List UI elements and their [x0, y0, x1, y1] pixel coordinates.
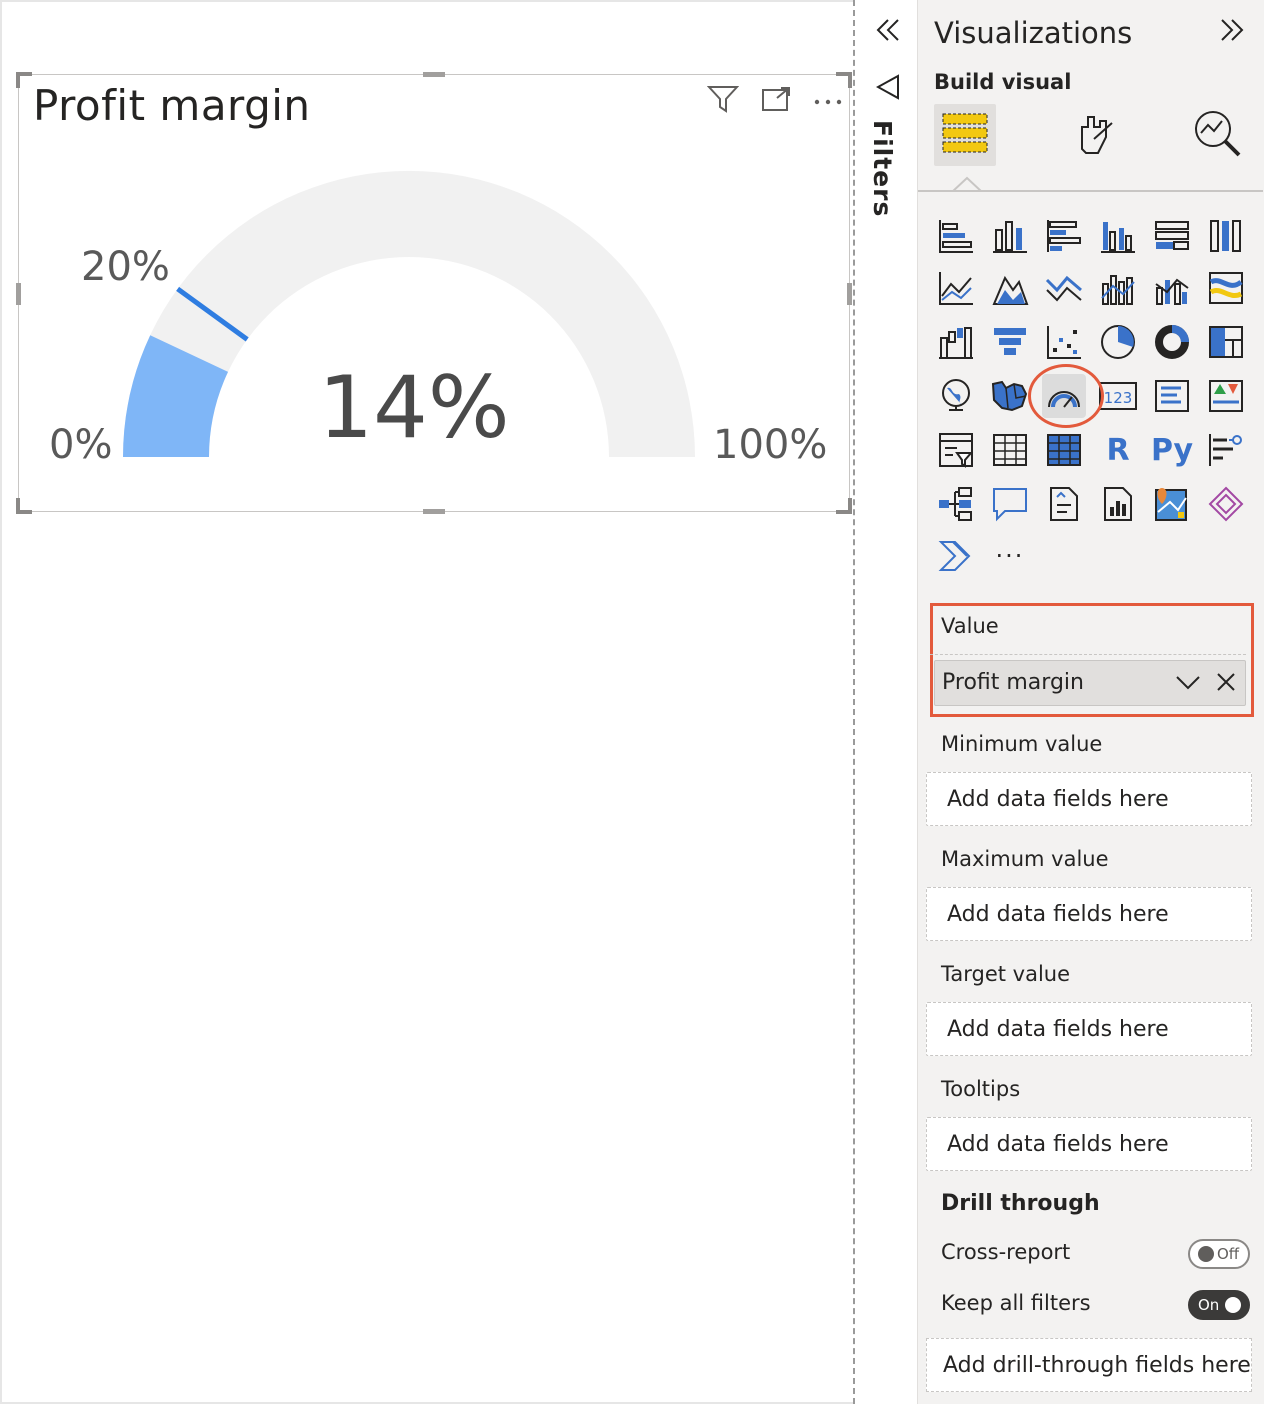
- r-script-label: R: [1106, 432, 1130, 468]
- remove-field-icon[interactable]: [1215, 670, 1237, 698]
- waterfall-chart-icon[interactable]: [934, 320, 978, 364]
- matrix-icon[interactable]: [1042, 428, 1086, 472]
- more-visuals-label: ···: [995, 542, 1025, 570]
- maximum-value-placeholder: Add data fields here: [947, 902, 1169, 927]
- format-tab[interactable]: [1062, 104, 1124, 166]
- filter-outline-icon: [875, 74, 902, 106]
- power-automate-icon[interactable]: [934, 534, 978, 578]
- svg-text:123: 123: [1104, 389, 1133, 407]
- donut-chart-icon[interactable]: [1150, 320, 1194, 364]
- drill-through-title: Drill through: [941, 1191, 1100, 1216]
- drill-through-drop-zone[interactable]: Add drill-through fields here: [926, 1338, 1252, 1392]
- double-chevron-right-icon[interactable]: [1218, 16, 1248, 48]
- kpi-icon[interactable]: [1204, 374, 1248, 418]
- minimum-value-placeholder: Add data fields here: [947, 787, 1169, 812]
- ribbon-chart-icon[interactable]: [1204, 266, 1248, 310]
- minimum-value-label: Minimum value: [941, 732, 1103, 756]
- drill-through-placeholder: Add drill-through fields here: [943, 1353, 1251, 1378]
- tooltips-label: Tooltips: [941, 1077, 1021, 1101]
- key-influencers-icon[interactable]: [1204, 428, 1248, 472]
- toggle-knob: [1198, 1246, 1214, 1262]
- line-and-stacked-column-icon[interactable]: [1096, 266, 1140, 310]
- filled-map-icon[interactable]: [988, 374, 1032, 418]
- r-script-visual-icon[interactable]: R: [1096, 428, 1140, 472]
- gauge-chart: 14% 0% 100% 20%: [49, 170, 827, 468]
- toggle-knob: [1225, 1297, 1242, 1313]
- value-field-name: Profit margin: [942, 670, 1084, 695]
- multi-row-card-icon[interactable]: [1150, 374, 1194, 418]
- filters-label[interactable]: Filters: [868, 120, 897, 217]
- smart-narrative-icon[interactable]: [1042, 482, 1086, 526]
- cross-report-state: Off: [1217, 1245, 1240, 1263]
- line-and-clustered-column-icon[interactable]: [1150, 266, 1194, 310]
- funnel-chart-icon[interactable]: [988, 320, 1032, 364]
- qna-icon[interactable]: [988, 482, 1032, 526]
- power-apps-icon[interactable]: [1204, 482, 1248, 526]
- build-visual-icon: [940, 110, 990, 160]
- maximum-value-label: Maximum value: [941, 847, 1109, 871]
- 100-stacked-bar-chart-icon[interactable]: [1150, 214, 1194, 258]
- clustered-column-chart-icon[interactable]: [1096, 214, 1140, 258]
- tooltips-drop-zone[interactable]: Add data fields here: [926, 1117, 1252, 1171]
- keep-all-filters-toggle[interactable]: On: [1188, 1290, 1250, 1320]
- target-value-label: Target value: [941, 962, 1071, 986]
- build-visual-label: Build visual: [934, 70, 1072, 94]
- paginated-report-icon[interactable]: [1096, 482, 1140, 526]
- fields-tab[interactable]: [934, 104, 996, 166]
- scatter-chart-icon[interactable]: [1042, 320, 1086, 364]
- line-chart-icon[interactable]: [934, 266, 978, 310]
- chevron-down-icon[interactable]: [1175, 671, 1201, 697]
- value-field-pill[interactable]: Profit margin: [934, 660, 1246, 706]
- gauge-target-label: 20%: [81, 244, 170, 290]
- decomposition-tree-icon[interactable]: [934, 482, 978, 526]
- cross-report-toggle[interactable]: Off: [1188, 1239, 1250, 1269]
- azure-map-icon[interactable]: [1150, 482, 1194, 526]
- format-brush-icon: [1068, 109, 1118, 161]
- 100-stacked-column-chart-icon[interactable]: [1204, 214, 1248, 258]
- stacked-area-chart-icon[interactable]: [1042, 266, 1086, 310]
- canvas-divider: [853, 0, 855, 1404]
- gauge-max-label: 100%: [713, 422, 827, 468]
- cross-report-label: Cross-report: [941, 1240, 1071, 1264]
- area-chart-icon[interactable]: [988, 266, 1032, 310]
- stacked-bar-chart-icon[interactable]: [934, 214, 978, 258]
- more-visuals-icon[interactable]: ···: [988, 534, 1032, 578]
- tooltips-placeholder: Add data fields here: [947, 1132, 1169, 1157]
- maximum-value-drop-zone[interactable]: Add data fields here: [926, 887, 1252, 941]
- gauge-value-label: 14%: [318, 358, 509, 458]
- gauge-highlight-annotation: [1028, 364, 1104, 428]
- stacked-column-chart-icon[interactable]: [988, 214, 1032, 258]
- pie-chart-icon[interactable]: [1096, 320, 1140, 364]
- pane-tabs: [918, 104, 1264, 194]
- analytics-magnifier-icon: [1191, 107, 1243, 163]
- value-well-label: Value: [941, 614, 999, 638]
- map-icon[interactable]: [934, 374, 978, 418]
- treemap-icon[interactable]: [1204, 320, 1248, 364]
- double-chevron-left-icon[interactable]: [872, 16, 902, 48]
- keep-all-filters-label: Keep all filters: [941, 1291, 1091, 1315]
- minimum-value-drop-zone[interactable]: Add data fields here: [926, 772, 1252, 826]
- clustered-bar-chart-icon[interactable]: [1042, 214, 1086, 258]
- table-icon[interactable]: [988, 428, 1032, 472]
- visualizations-title: Visualizations: [934, 16, 1133, 50]
- python-visual-icon[interactable]: Py: [1150, 428, 1194, 472]
- analytics-tab[interactable]: [1186, 104, 1248, 166]
- python-label: Py: [1150, 432, 1194, 468]
- gauge-visual[interactable]: Profit margin 14% 0% 100% 20%: [16, 72, 852, 514]
- keep-all-filters-state: On: [1198, 1296, 1220, 1314]
- value-well-divider: [930, 654, 1246, 655]
- slicer-icon[interactable]: [934, 428, 978, 472]
- tab-underline: [918, 190, 1263, 192]
- gauge-min-label: 0%: [49, 422, 112, 468]
- target-value-placeholder: Add data fields here: [947, 1017, 1169, 1042]
- target-value-drop-zone[interactable]: Add data fields here: [926, 1002, 1252, 1056]
